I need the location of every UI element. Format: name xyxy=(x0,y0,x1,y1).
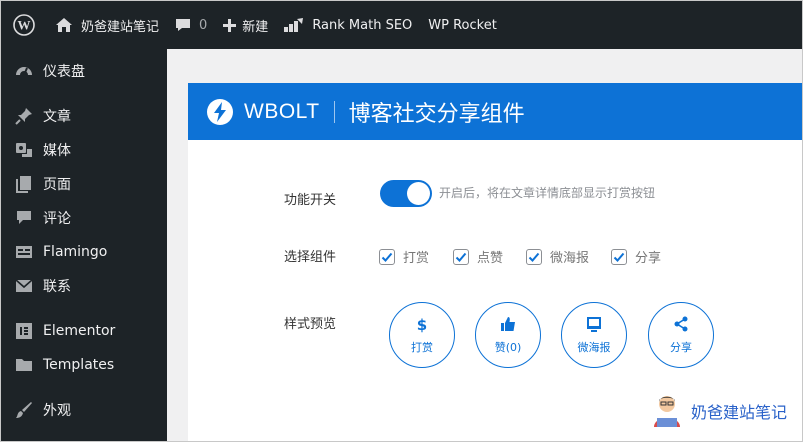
pin-icon xyxy=(13,105,35,127)
header-divider xyxy=(333,100,335,123)
checkbox-label: 点赞 xyxy=(477,251,504,266)
sidebar-item-label: 联系 xyxy=(43,279,71,295)
thumbs-up-icon xyxy=(500,315,516,333)
checkmark-icon xyxy=(455,252,467,262)
elementor-icon xyxy=(13,320,35,342)
avatar-logo-icon xyxy=(647,391,687,431)
home-icon xyxy=(55,17,73,33)
sidebar-item-label: Flamingo xyxy=(43,244,108,260)
svg-text:W: W xyxy=(18,18,31,33)
sidebar-item-flamingo[interactable]: Flamingo xyxy=(1,235,167,269)
preview-button-label: 赞(0) xyxy=(494,341,522,354)
plugin-settings-card: WBOLT 博客社交分享组件 功能开关 开启后，将在文章详情底部显示打赏按钮 选… xyxy=(188,83,802,441)
switch-label: 功能开关 xyxy=(284,193,337,208)
sidebar-item-appearance[interactable]: 外观 xyxy=(1,393,167,427)
folder-icon xyxy=(13,354,35,376)
preview-share-button[interactable]: 分享 xyxy=(648,302,714,368)
sidebar-item-label: 仪表盘 xyxy=(43,64,85,80)
checkbox-box[interactable] xyxy=(453,248,469,265)
comment-bubble-icon xyxy=(175,17,191,33)
toggle-description: 开启后，将在文章详情底部显示打赏按钮 xyxy=(439,186,656,200)
sidebar-item-label: Elementor xyxy=(43,323,116,339)
preview-button-label: 打赏 xyxy=(411,341,433,354)
checkmark-icon xyxy=(528,252,540,262)
plus-icon xyxy=(223,18,237,32)
rank-math-label: Rank Math SEO xyxy=(312,17,413,33)
sidebar-item-label: 文章 xyxy=(43,109,71,125)
site-name-link[interactable]: 奶爸建站笔记 xyxy=(45,1,167,49)
screenshot-frame: W 奶爸建站笔记 0 新建 Rank Math SEO WP Rocket 仪表… xyxy=(0,0,803,442)
checkbox-box[interactable] xyxy=(379,248,395,265)
sidebar-item-label: 页面 xyxy=(43,177,71,193)
comments-link[interactable]: 0 xyxy=(167,1,215,49)
checkbox-box[interactable] xyxy=(526,248,542,265)
feature-toggle[interactable] xyxy=(380,180,432,207)
toggle-knob xyxy=(407,182,430,205)
components-label: 选择组件 xyxy=(284,250,337,265)
sidebar-item-elementor[interactable]: Elementor xyxy=(1,314,167,348)
component-checkbox-reward[interactable]: 打赏 xyxy=(379,247,429,266)
wordpress-icon: W xyxy=(13,14,35,36)
media-icon xyxy=(13,139,35,161)
new-content-button[interactable]: 新建 xyxy=(215,1,276,49)
rank-math-icon xyxy=(284,18,304,32)
rank-math-menu[interactable]: Rank Math SEO xyxy=(276,1,420,49)
sidebar-item-posts[interactable]: 文章 xyxy=(1,99,167,133)
site-name-text: 奶爸建站笔记 xyxy=(81,19,160,35)
watermark-text: 奶爸建站笔记 xyxy=(691,403,788,422)
sidebar-item-templates[interactable]: Templates xyxy=(1,348,167,382)
poster-icon xyxy=(586,315,602,333)
site-watermark: 奶爸建站笔记 xyxy=(647,391,787,431)
comment-icon xyxy=(13,207,35,229)
preview-label: 样式预览 xyxy=(284,317,337,332)
sidebar-item-label: 评论 xyxy=(43,211,71,227)
sidebar-item-contact[interactable]: 联系 xyxy=(1,269,167,303)
admin-sidebar: 仪表盘 文章 媒体 页面 评论 Flamingo 联系 Elementor Te… xyxy=(1,49,167,441)
flamingo-icon xyxy=(13,241,35,263)
checkmark-icon xyxy=(381,252,393,262)
preview-poster-button[interactable]: 微海报 xyxy=(561,302,627,368)
checkbox-label: 微海报 xyxy=(550,251,590,266)
checkmark-icon xyxy=(613,252,625,262)
component-checkbox-like[interactable]: 点赞 xyxy=(453,247,503,266)
sidebar-item-label: Templates xyxy=(43,357,115,373)
wordpress-logo-button[interactable]: W xyxy=(1,1,45,49)
brush-icon xyxy=(13,399,35,421)
sidebar-item-pages[interactable]: 页面 xyxy=(1,167,167,201)
component-checkbox-share[interactable]: 分享 xyxy=(611,247,661,266)
brand-name: WBOLT xyxy=(244,99,320,123)
new-content-label: 新建 xyxy=(242,19,269,35)
checkbox-label: 分享 xyxy=(635,251,662,266)
sidebar-item-label: 媒体 xyxy=(43,143,71,159)
wbolt-logo-icon xyxy=(206,98,234,126)
checkbox-box[interactable] xyxy=(611,248,627,265)
sidebar-item-label: 外观 xyxy=(43,403,71,419)
sidebar-item-media[interactable]: 媒体 xyxy=(1,133,167,167)
svg-text:$: $ xyxy=(417,316,427,333)
mail-icon xyxy=(13,275,35,297)
pages-icon xyxy=(13,173,35,195)
plugin-header: WBOLT 博客社交分享组件 xyxy=(188,83,802,140)
dashboard-icon xyxy=(13,60,35,82)
comments-count: 0 xyxy=(199,17,208,33)
share-icon xyxy=(673,315,689,333)
sidebar-item-comments[interactable]: 评论 xyxy=(1,201,167,235)
dollar-icon: $ xyxy=(416,315,428,333)
sidebar-item-dashboard[interactable]: 仪表盘 xyxy=(1,54,167,88)
preview-button-label: 微海报 xyxy=(577,341,611,354)
checkbox-label: 打赏 xyxy=(403,251,430,266)
preview-reward-button[interactable]: $ 打赏 xyxy=(389,302,455,368)
wp-rocket-label: WP Rocket xyxy=(428,17,497,33)
preview-button-label: 分享 xyxy=(670,341,692,354)
preview-like-button[interactable]: 赞(0) xyxy=(475,302,541,368)
wp-rocket-menu[interactable]: WP Rocket xyxy=(420,1,505,49)
admin-bar: W 奶爸建站笔记 0 新建 Rank Math SEO WP Rocket xyxy=(1,1,802,49)
page-title: 博客社交分享组件 xyxy=(348,101,525,127)
component-checkbox-poster[interactable]: 微海报 xyxy=(526,247,589,266)
